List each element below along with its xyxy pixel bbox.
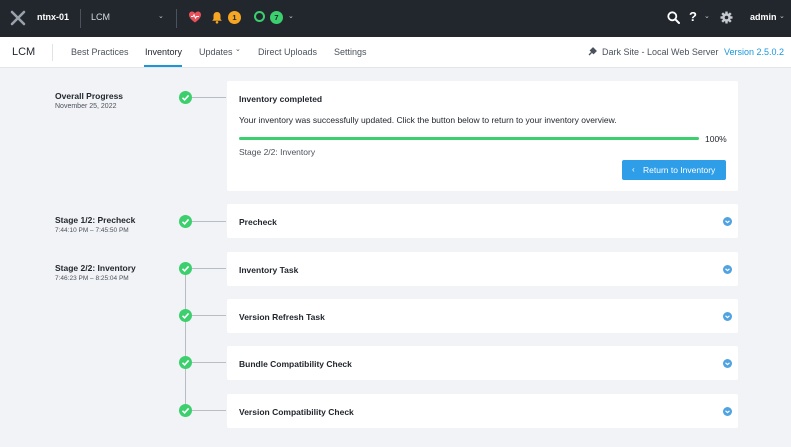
top-bar: ntnx-01 LCM ⌄ 1 7 ⌄ ? ⌄ admin ⌄ [0,0,791,37]
chevron-left-icon: ‹ [632,165,635,174]
task-card[interactable]: Version Refresh Task [227,299,738,333]
health-icon[interactable] [188,10,202,24]
page-title: LCM [12,46,36,58]
expand-chevron-icon[interactable] [723,359,732,368]
chevron-down-icon[interactable]: ⌄ [704,12,710,20]
alerts-count-badge[interactable]: 1 [228,11,241,24]
task-card[interactable]: Bundle Compatibility Check [227,346,738,380]
timeline-connector [192,362,226,363]
completion-message: Your inventory was successfully updated.… [239,115,617,125]
timeline-connector [192,315,226,316]
expand-chevron-icon[interactable] [723,312,732,321]
bell-icon[interactable] [211,11,223,24]
progress-bar-fill [239,137,699,140]
tasks-ring-icon[interactable] [254,11,265,22]
check-circle-icon [179,309,192,322]
button-label: Return to Inventory [643,165,716,175]
stage-time: 7:46:23 PM – 8:25:04 PM [55,275,129,282]
user-menu[interactable]: admin [750,12,777,22]
chevron-down-icon[interactable]: ⌄ [779,12,785,20]
stage-time: 7:44:10 PM – 7:45:50 PM [55,227,129,234]
task-title: Precheck [239,217,277,227]
task-title: Bundle Compatibility Check [239,359,352,369]
sub-navigation: LCM Best Practices Inventory Updates ⌄ D… [0,37,791,68]
check-circle-icon [179,215,192,228]
active-tab-indicator [144,65,182,67]
tab-settings[interactable]: Settings [334,47,367,57]
search-icon[interactable] [667,11,680,24]
task-card[interactable]: Inventory Task [227,252,738,286]
return-to-inventory-button[interactable]: ‹ Return to Inventory [622,160,726,180]
task-card[interactable]: Version Compatibility Check [227,394,738,428]
divider [80,9,81,28]
nutanix-logo-icon[interactable] [10,10,26,26]
tab-updates[interactable]: Updates [199,47,233,57]
help-icon[interactable]: ? [689,9,697,24]
timeline-connector [185,275,186,410]
overall-progress-date: November 25, 2022 [55,103,117,110]
check-circle-icon [179,404,192,417]
divider [176,9,177,28]
check-circle-icon [179,262,192,275]
progress-bar [239,137,699,140]
app-switcher[interactable]: LCM [91,12,110,22]
card-title: Inventory completed [239,94,323,104]
plug-icon [588,47,597,56]
expand-chevron-icon[interactable] [723,265,732,274]
divider [52,44,53,61]
stage-label: Stage 2/2: Inventory [55,263,136,273]
chevron-down-icon[interactable]: ⌄ [235,45,241,53]
stage-label: Stage 1/2: Precheck [55,215,136,225]
timeline-connector [192,268,226,269]
tasks-count-badge[interactable]: 7 [270,11,283,24]
task-title: Version Compatibility Check [239,407,354,417]
overall-progress-label: Overall Progress [55,91,124,101]
expand-chevron-icon[interactable] [723,217,732,226]
chevron-down-icon[interactable]: ⌄ [158,12,164,20]
check-circle-icon [179,356,192,369]
tab-direct-uploads[interactable]: Direct Uploads [258,47,317,57]
cluster-name[interactable]: ntnx-01 [37,12,69,22]
task-card[interactable]: Precheck [227,204,738,238]
timeline-connector [192,221,226,222]
task-title: Inventory Task [239,265,299,275]
tab-best-practices[interactable]: Best Practices [71,47,129,57]
chevron-down-icon[interactable]: ⌄ [288,12,294,20]
progress-percent: 100% [705,134,727,144]
current-stage-text: Stage 2/2: Inventory [239,147,316,157]
version-link[interactable]: Version 2.5.0.2 [724,47,784,57]
check-circle-icon [179,91,192,104]
gear-icon[interactable] [720,11,733,24]
expand-chevron-icon[interactable] [723,407,732,416]
timeline-connector [192,410,226,411]
site-mode-label: Dark Site - Local Web Server [602,47,719,57]
task-title: Version Refresh Task [239,312,325,322]
timeline-connector [192,97,226,98]
overall-progress-card: Inventory completed Your inventory was s… [227,81,738,191]
tab-inventory[interactable]: Inventory [145,47,182,57]
